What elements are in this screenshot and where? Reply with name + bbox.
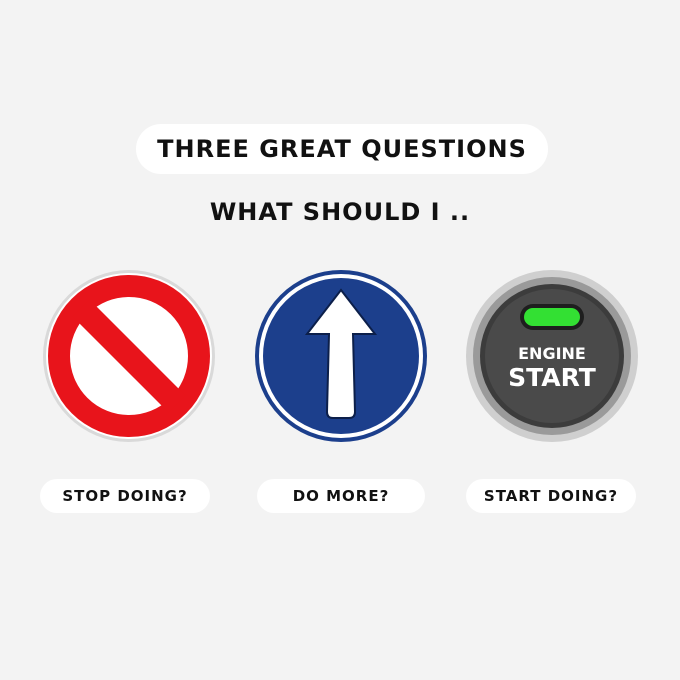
start-doing-label: START DOING? [466,479,636,513]
start-label: START [508,363,596,392]
stop-doing-text: STOP DOING? [62,487,188,505]
stop-doing-label: STOP DOING? [40,479,210,513]
start-doing-text: START DOING? [483,487,619,505]
no-entry-icon [43,270,215,442]
do-more-label: DO MORE? [257,479,425,513]
no-entry-sign [41,268,217,444]
page-subtitle: WHAT SHOULD I .. [209,198,471,226]
page-title: THREE GREAT QUESTIONS [157,135,527,163]
ahead-only-sign [253,268,429,444]
do-more-text: DO MORE? [292,487,390,505]
engine-start-button-icon: ENGINE START [466,270,638,442]
engine-label: ENGINE [518,344,586,363]
engine-start-button: ENGINE START [464,268,640,444]
title-banner: THREE GREAT QUESTIONS [136,124,548,174]
arrow-up-icon [255,270,427,442]
